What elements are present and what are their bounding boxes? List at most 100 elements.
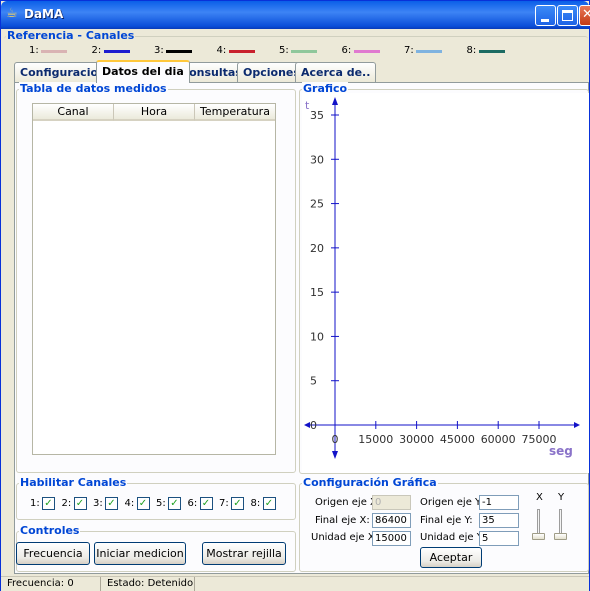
y-tick-label: 20: [310, 242, 324, 255]
channel-enable-2: 2: ✓: [62, 496, 94, 512]
frequency-button[interactable]: Frecuencia: [16, 542, 90, 565]
end-y-input[interactable]: 35: [479, 513, 519, 528]
legend-line-swatch: [228, 50, 255, 53]
channel-enable-7: 7: ✓: [219, 496, 251, 512]
app-window: ☕ DaMA ✕ Referencia - Canales 1: 2: 3: 4: 5:…: [0, 0, 590, 591]
unit-y-input[interactable]: 5: [479, 531, 519, 546]
minimize-button[interactable]: [535, 5, 556, 26]
y-tick-label: 35: [310, 109, 324, 122]
x-tick-label: 60000: [481, 433, 516, 446]
column-header-temperatura[interactable]: Temperatura: [195, 104, 275, 121]
channel-enable-label: 5:: [156, 498, 166, 509]
legend-item-channel-4: 4:: [216, 45, 255, 57]
channel-enable-checkbox[interactable]: ✓: [73, 497, 87, 510]
unit-y-label: Unidad eje Y:: [420, 532, 485, 543]
controls-title: Controles: [19, 524, 81, 538]
data-table[interactable]: Canal Hora Temperatura: [32, 103, 276, 455]
channel-enable-checkbox[interactable]: ✓: [231, 497, 244, 510]
status-frequency: Frecuencia: 0: [3, 577, 101, 591]
x-tick-label: 0: [332, 433, 339, 446]
end-x-label: Final eje X:: [315, 515, 370, 526]
channel-enable-label: 8:: [250, 498, 261, 509]
channel-enable-5: 5: ✓: [156, 496, 188, 512]
legend-item-channel-2: 2:: [91, 45, 130, 57]
y-axis-arrow-down: [332, 451, 338, 459]
legend-item-channel-6: 6:: [342, 45, 380, 57]
channel-enable-6: 6: ✓: [188, 496, 220, 512]
channel-enable-8: 8: ✓: [251, 496, 283, 512]
status-state: Estado: Detenido: [103, 577, 195, 591]
chart-config-title: Configuración Gráfica: [302, 476, 438, 490]
channel-enable-label: 7:: [219, 498, 229, 509]
y-tick-label: 0: [310, 419, 317, 432]
maximize-icon: [562, 10, 573, 21]
start-measurement-button[interactable]: Iniciar medicion: [94, 542, 186, 565]
channel-enable-label: 3:: [93, 498, 103, 509]
status-bar: Frecuencia: 0 Estado: Detenido: [1, 576, 589, 591]
legend-label: 4:: [216, 45, 227, 56]
tab-datos-del-dia[interactable]: Datos del dia: [96, 60, 190, 83]
table-header: Canal Hora Temperatura: [33, 104, 275, 121]
title-bar[interactable]: ☕ DaMA ✕: [1, 1, 590, 29]
legend-line-swatch: [416, 50, 442, 53]
channel-enable-label: 6:: [187, 498, 198, 509]
channel-enable-label: 4:: [124, 498, 135, 509]
channel-enable-checkbox[interactable]: ✓: [262, 497, 276, 510]
unit-x-label: Unidad eje X:: [311, 532, 378, 543]
legend-item-channel-1: 1:: [29, 45, 67, 57]
legend-label: 1:: [29, 45, 39, 56]
minimize-icon: [541, 19, 549, 22]
channel-enable-3: 3: ✓: [93, 496, 125, 512]
y-tick-label: 25: [310, 198, 324, 211]
channel-enable-label: 2:: [61, 498, 72, 509]
legend-item-channel-3: 3:: [154, 45, 192, 57]
x-tick-label: 30000: [399, 433, 434, 446]
show-grid-button[interactable]: Mostrar rejilla: [202, 542, 286, 565]
origin-x-label: Origen eje X:: [315, 497, 381, 508]
close-button[interactable]: ✕: [579, 5, 590, 26]
legend-label: 5:: [279, 45, 289, 56]
column-header-hora[interactable]: Hora: [114, 104, 195, 121]
origin-x-input[interactable]: 0: [372, 495, 411, 510]
app-icon: ☕: [6, 6, 18, 21]
chart-canvas[interactable]: 0 5 10 15 20 25 30 35 0 15000 30000 45000 60000 75000…: [302, 93, 589, 473]
close-icon: ✕: [582, 7, 590, 22]
channel-enable-checkbox[interactable]: ✓: [168, 497, 181, 510]
channel-enable-label: 1:: [30, 498, 40, 509]
slider-x-label: X: [536, 492, 543, 503]
end-y-label: Final eje Y:: [420, 515, 473, 526]
legend-line-swatch: [478, 50, 505, 53]
chart-svg: 051015202530350 15000 30000 45000 60000 75000…: [304, 97, 580, 459]
end-x-input[interactable]: 86400: [372, 513, 411, 528]
channel-enable-4: 4: ✓: [125, 496, 157, 512]
slider-x-thumb[interactable]: [532, 533, 545, 540]
origin-y-input[interactable]: -1: [479, 495, 519, 510]
column-header-canal[interactable]: Canal: [33, 104, 114, 121]
legend-label: 3:: [154, 45, 164, 56]
window-title: DaMA: [24, 7, 64, 21]
channel-enable-checkbox[interactable]: ✓: [199, 497, 213, 510]
legend-label: 8:: [466, 45, 477, 56]
enable-channels-title: Habilitar Canales: [19, 476, 128, 490]
maximize-button[interactable]: [557, 5, 578, 26]
x-axis-arrow-right: [574, 422, 580, 428]
y-axis-label: t: [305, 99, 310, 112]
references-title: Referencia - Canales: [6, 29, 136, 43]
y-axis-arrow-up: [332, 97, 338, 105]
legend-label: 2:: [91, 45, 102, 56]
legend-item-channel-8: 8:: [466, 45, 505, 57]
tab-acerca-de[interactable]: Acerca de..: [295, 62, 377, 82]
table-group-title: Tabla de datos medidos: [19, 82, 168, 96]
x-axis-label: seg: [549, 444, 573, 458]
y-tick-label: 15: [310, 286, 324, 299]
x-tick-label: 45000: [440, 433, 475, 446]
channel-enable-checkbox[interactable]: ✓: [42, 497, 55, 510]
origin-y-label: Origen eje Y:: [420, 497, 484, 508]
unit-x-input[interactable]: 15000: [372, 531, 411, 546]
x-tick-label: 15000: [358, 433, 393, 446]
channel-enable-checkbox[interactable]: ✓: [105, 497, 118, 510]
channel-enable-checkbox[interactable]: ✓: [136, 497, 150, 510]
accept-button[interactable]: Aceptar: [420, 547, 482, 568]
legend-line-swatch: [353, 50, 380, 53]
slider-y-thumb[interactable]: [554, 533, 567, 540]
